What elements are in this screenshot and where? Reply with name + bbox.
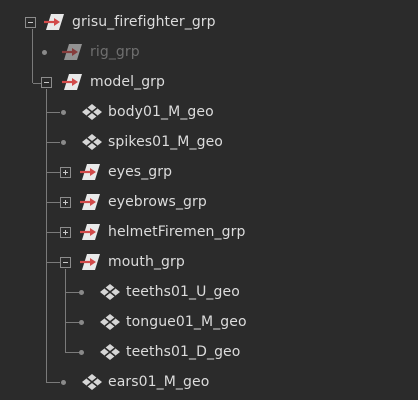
leaf-dot-icon bbox=[79, 290, 84, 295]
connector-branch bbox=[47, 262, 60, 263]
tree-row-grisu-firefighter-grp[interactable]: grisu_firefighter_grp bbox=[0, 7, 418, 37]
mesh-icon bbox=[80, 102, 102, 122]
collapse-icon[interactable] bbox=[60, 257, 71, 268]
outliner-panel: grisu_firefighter_grp rig_grp model_grp … bbox=[0, 0, 418, 400]
tree-row-body01-m-geo[interactable]: body01_M_geo bbox=[0, 97, 418, 127]
expand-icon[interactable] bbox=[60, 197, 71, 208]
row-label: grisu_firefighter_grp bbox=[72, 14, 216, 30]
row-label: teeths01_D_geo bbox=[126, 344, 241, 360]
transform-group-icon bbox=[80, 252, 102, 272]
tree-row-teeths01-u-geo[interactable]: teeths01_U_geo bbox=[0, 277, 418, 307]
tree-row-model-grp[interactable]: model_grp bbox=[0, 67, 418, 97]
row-label: body01_M_geo bbox=[108, 104, 214, 120]
tree-row-helmetfiremen-grp[interactable]: helmetFiremen_grp bbox=[0, 217, 418, 247]
tree-row-teeths01-d-geo[interactable]: teeths01_D_geo bbox=[0, 337, 418, 367]
tree-row-rig-grp[interactable]: rig_grp bbox=[0, 37, 418, 67]
collapse-icon[interactable] bbox=[25, 17, 36, 28]
mesh-icon bbox=[98, 282, 120, 302]
connector-branch bbox=[47, 202, 60, 203]
mesh-icon bbox=[80, 372, 102, 392]
tree-row-tongue01-m-geo[interactable]: tongue01_M_geo bbox=[0, 307, 418, 337]
leaf-dot-icon bbox=[79, 320, 84, 325]
connector-branch bbox=[47, 232, 60, 233]
collapse-icon[interactable] bbox=[41, 77, 52, 88]
row-label: helmetFiremen_grp bbox=[108, 224, 246, 240]
tree-row-eyebrows-grp[interactable]: eyebrows_grp bbox=[0, 187, 418, 217]
row-label: mouth_grp bbox=[108, 254, 185, 270]
row-label: ears01_M_geo bbox=[108, 374, 210, 390]
connector-branch bbox=[66, 322, 79, 323]
row-label: teeths01_U_geo bbox=[126, 284, 240, 300]
row-label: rig_grp bbox=[90, 44, 140, 60]
row-label: tongue01_M_geo bbox=[126, 314, 247, 330]
row-label: eyebrows_grp bbox=[108, 194, 207, 210]
transform-group-icon bbox=[44, 12, 66, 32]
transform-group-icon bbox=[62, 72, 84, 92]
tree-row-ears01-m-geo[interactable]: ears01_M_geo bbox=[0, 367, 418, 397]
transform-group-icon bbox=[80, 222, 102, 242]
transform-group-icon bbox=[80, 192, 102, 212]
leaf-dot-icon bbox=[42, 50, 47, 55]
row-label: eyes_grp bbox=[108, 164, 173, 180]
leaf-dot-icon bbox=[79, 350, 84, 355]
row-label: model_grp bbox=[90, 74, 166, 90]
row-label: spikes01_M_geo bbox=[108, 134, 223, 150]
mesh-icon bbox=[98, 312, 120, 332]
connector-branch bbox=[47, 172, 60, 173]
leaf-dot-icon bbox=[61, 110, 66, 115]
mesh-icon bbox=[98, 342, 120, 362]
expand-icon[interactable] bbox=[60, 167, 71, 178]
connector-branch bbox=[47, 142, 60, 143]
transform-group-icon bbox=[80, 162, 102, 182]
transform-group-icon bbox=[62, 42, 84, 62]
leaf-dot-icon bbox=[61, 140, 66, 145]
tree-row-mouth-grp[interactable]: mouth_grp bbox=[0, 247, 418, 277]
mesh-icon bbox=[80, 132, 102, 152]
tree-row-spikes01-m-geo[interactable]: spikes01_M_geo bbox=[0, 127, 418, 157]
connector-branch bbox=[66, 292, 79, 293]
expand-icon[interactable] bbox=[60, 227, 71, 238]
leaf-dot-icon bbox=[61, 380, 66, 385]
tree-row-eyes-grp[interactable]: eyes_grp bbox=[0, 157, 418, 187]
connector-branch bbox=[47, 112, 60, 113]
